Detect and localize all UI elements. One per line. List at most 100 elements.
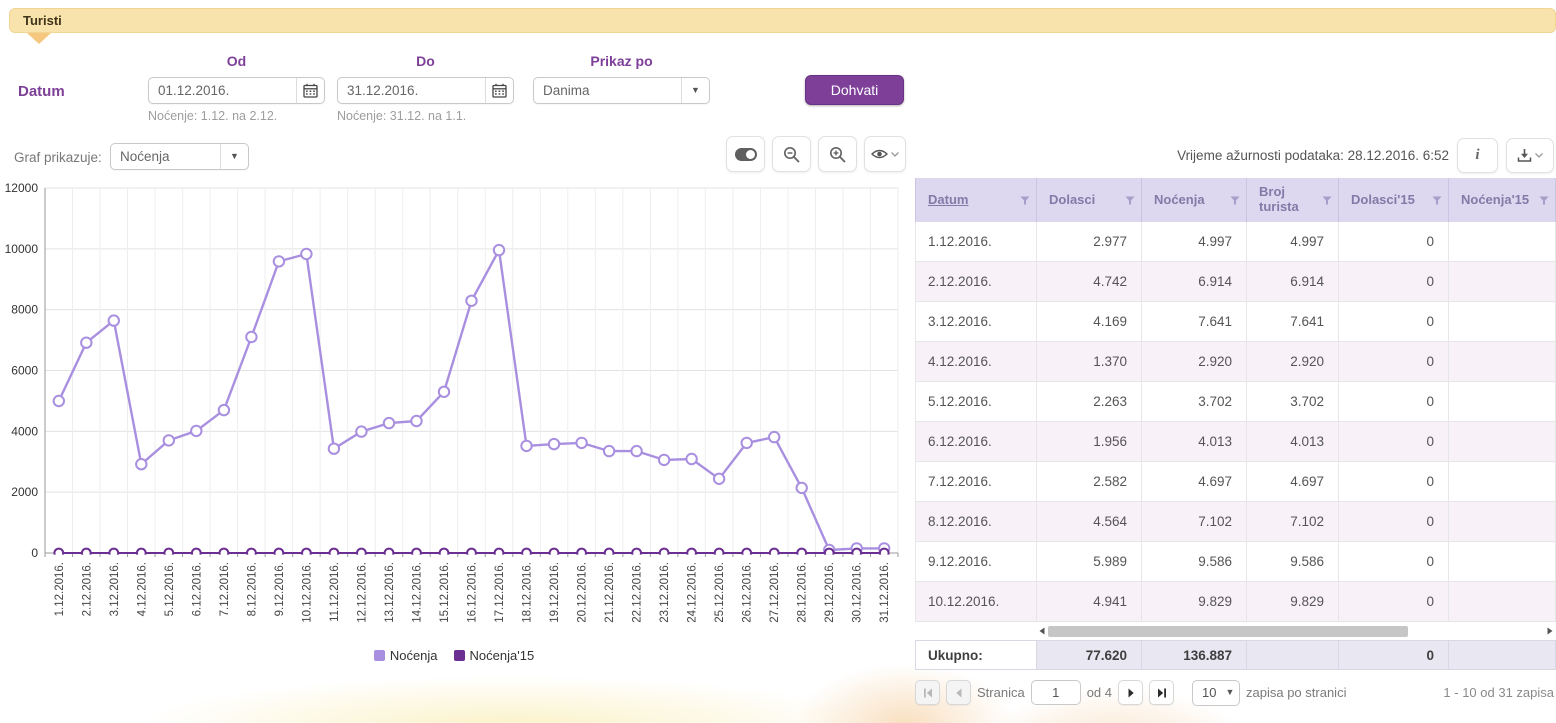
svg-text:17.12.2016.: 17.12.2016. bbox=[494, 562, 506, 623]
scrollbar-thumb[interactable] bbox=[1048, 626, 1408, 637]
date-to-value[interactable]: 31.12.2016. bbox=[338, 78, 485, 103]
table-row[interactable]: 5.12.2016.2.2633.7023.7020 bbox=[916, 382, 1556, 422]
cell-value: 7.102 bbox=[1142, 502, 1247, 542]
svg-text:16.12.2016.: 16.12.2016. bbox=[467, 562, 479, 623]
chart-legend: Noćenja Noćenja'15 bbox=[0, 648, 908, 663]
filter-icon[interactable] bbox=[1020, 196, 1030, 205]
chart-toggle-button[interactable] bbox=[726, 136, 765, 172]
page-of-label: od 4 bbox=[1087, 685, 1112, 700]
cell-value: 1.956 bbox=[1037, 422, 1142, 462]
date-from-field[interactable]: 01.12.2016. bbox=[148, 77, 325, 104]
cell-value: 0 bbox=[1339, 502, 1449, 542]
zoom-in-button[interactable] bbox=[818, 136, 857, 172]
totals-row: Ukupno: 77.620 136.887 0 bbox=[915, 640, 1556, 670]
table-horizontal-scrollbar[interactable] bbox=[1036, 623, 1556, 639]
filter-icon[interactable] bbox=[1322, 196, 1332, 205]
cell-datum: 4.12.2016. bbox=[916, 342, 1037, 382]
last-page-button[interactable] bbox=[1149, 680, 1174, 705]
next-page-button[interactable] bbox=[1118, 680, 1143, 705]
cell-value: 0 bbox=[1339, 302, 1449, 342]
cell-datum: 1.12.2016. bbox=[916, 222, 1037, 262]
scrollbar-track[interactable] bbox=[1048, 625, 1544, 637]
svg-text:8.12.2016.: 8.12.2016. bbox=[246, 562, 258, 616]
svg-text:9.12.2016.: 9.12.2016. bbox=[274, 562, 286, 616]
first-page-button[interactable] bbox=[915, 680, 940, 705]
cell-value bbox=[1449, 222, 1556, 262]
column-header-datum[interactable]: Datum bbox=[916, 178, 1037, 222]
chevron-down-icon[interactable]: ▼ bbox=[681, 78, 709, 103]
table-row[interactable]: 2.12.2016.4.7426.9146.9140 bbox=[916, 262, 1556, 302]
column-header-dolasci15[interactable]: Dolasci'15 bbox=[1339, 178, 1449, 222]
table-row[interactable]: 7.12.2016.2.5824.6974.6970 bbox=[916, 462, 1556, 502]
svg-text:30.12.2016.: 30.12.2016. bbox=[852, 562, 864, 623]
download-button[interactable] bbox=[1506, 138, 1554, 173]
prikaz-po-label: Prikaz po bbox=[533, 53, 710, 69]
cell-datum: 2.12.2016. bbox=[916, 262, 1037, 302]
calendar-icon[interactable] bbox=[296, 78, 324, 103]
column-header-nocenja15[interactable]: Noćenja'15 bbox=[1449, 178, 1556, 222]
date-to-hint: Noćenje: 31.12. na 1.1. bbox=[337, 109, 466, 123]
chevron-down-icon[interactable]: ▼ bbox=[220, 144, 248, 169]
svg-text:8000: 8000 bbox=[11, 303, 38, 317]
svg-text:31.12.2016.: 31.12.2016. bbox=[879, 562, 891, 623]
table-row[interactable]: 4.12.2016.1.3702.9202.9200 bbox=[916, 342, 1556, 382]
dohvati-button[interactable]: Dohvati bbox=[805, 75, 904, 105]
cell-datum: 3.12.2016. bbox=[916, 302, 1037, 342]
column-header-nocenja[interactable]: Noćenja bbox=[1142, 178, 1247, 222]
last-page-icon bbox=[1156, 687, 1168, 699]
prikaz-po-select[interactable]: Danima ▼ bbox=[533, 77, 710, 104]
svg-text:22.12.2016.: 22.12.2016. bbox=[632, 562, 644, 623]
cell-value: 9.829 bbox=[1142, 582, 1247, 622]
svg-text:3.12.2016.: 3.12.2016. bbox=[109, 562, 121, 616]
table-row[interactable]: 1.12.2016.2.9774.9974.9970 bbox=[916, 222, 1556, 262]
cell-value: 9.586 bbox=[1142, 542, 1247, 582]
table-row[interactable]: 10.12.2016.4.9419.8299.8290 bbox=[916, 582, 1556, 622]
date-to-field[interactable]: 31.12.2016. bbox=[337, 77, 514, 104]
filter-icon[interactable] bbox=[1432, 196, 1442, 205]
zoom-out-button[interactable] bbox=[772, 136, 811, 172]
date-from-value[interactable]: 01.12.2016. bbox=[149, 78, 296, 103]
line-chart[interactable]: 0200040006000800010000120001.12.2016.2.1… bbox=[0, 183, 908, 655]
cell-value: 0 bbox=[1339, 582, 1449, 622]
scroll-left-icon[interactable] bbox=[1036, 624, 1048, 638]
tab-title: Turisti bbox=[23, 13, 62, 28]
page-size-label: zapisa po stranici bbox=[1246, 685, 1346, 700]
cell-value: 4.742 bbox=[1037, 262, 1142, 302]
chevron-down-icon bbox=[1535, 153, 1543, 158]
toggle-icon bbox=[735, 148, 757, 161]
series-visibility-button[interactable] bbox=[864, 136, 906, 172]
info-button[interactable]: i bbox=[1457, 138, 1498, 173]
calendar-icon[interactable] bbox=[485, 78, 513, 103]
info-icon: i bbox=[1475, 147, 1479, 164]
cell-value: 7.641 bbox=[1247, 302, 1339, 342]
filter-icon[interactable] bbox=[1125, 196, 1135, 205]
svg-text:6000: 6000 bbox=[11, 364, 38, 378]
graf-prikazuje-select[interactable]: Noćenja ▼ bbox=[110, 143, 249, 170]
cell-value: 0 bbox=[1339, 262, 1449, 302]
table-row[interactable]: 8.12.2016.4.5647.1027.1020 bbox=[916, 502, 1556, 542]
table-row[interactable]: 3.12.2016.4.1697.6417.6410 bbox=[916, 302, 1556, 342]
cell-value: 2.920 bbox=[1142, 342, 1247, 382]
data-update-time: Vrijeme ažurnosti podataka: 28.12.2016. … bbox=[1177, 148, 1449, 163]
page-size-select[interactable]: 10 ▼ bbox=[1192, 680, 1240, 706]
filter-icon[interactable] bbox=[1539, 196, 1549, 205]
svg-text:19.12.2016.: 19.12.2016. bbox=[549, 562, 561, 623]
cell-value: 7.102 bbox=[1247, 502, 1339, 542]
tab-turisti[interactable]: Turisti bbox=[9, 8, 1556, 33]
scroll-right-icon[interactable] bbox=[1544, 624, 1556, 638]
column-header-dolasci[interactable]: Dolasci bbox=[1037, 178, 1142, 222]
column-header-broj-turista[interactable]: Broj turista bbox=[1247, 178, 1339, 222]
page-number-input[interactable] bbox=[1031, 680, 1081, 705]
cell-value: 2.977 bbox=[1037, 222, 1142, 262]
filter-icon[interactable] bbox=[1230, 196, 1240, 205]
graf-prikazuje-value: Noćenja bbox=[111, 144, 220, 169]
previous-page-button[interactable] bbox=[946, 680, 971, 705]
svg-text:2.12.2016.: 2.12.2016. bbox=[81, 562, 93, 616]
cell-value: 6.914 bbox=[1142, 262, 1247, 302]
svg-text:14.12.2016.: 14.12.2016. bbox=[412, 562, 424, 623]
table-row[interactable]: 6.12.2016.1.9564.0134.0130 bbox=[916, 422, 1556, 462]
svg-text:5.12.2016.: 5.12.2016. bbox=[164, 562, 176, 616]
table-row[interactable]: 9.12.2016.5.9899.5869.5860 bbox=[916, 542, 1556, 582]
page-size-value: 10 bbox=[1193, 681, 1221, 705]
svg-text:20.12.2016.: 20.12.2016. bbox=[577, 562, 589, 623]
